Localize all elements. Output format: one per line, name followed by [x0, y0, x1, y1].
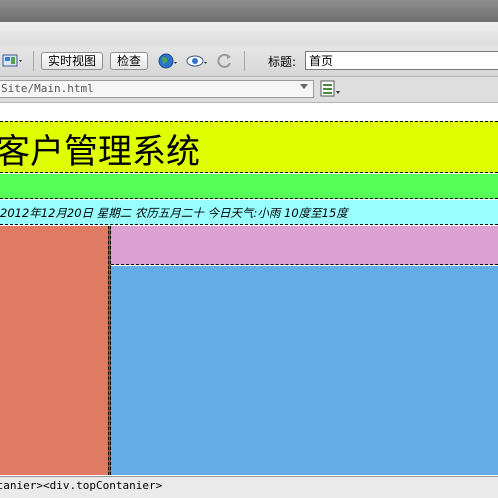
menu-strip [0, 22, 498, 46]
tag-selector[interactable]: ntanier><div.topContanier> [0, 479, 162, 492]
address-input[interactable]: Site/Main.html [0, 80, 314, 98]
title-field[interactable] [305, 51, 498, 70]
inspect-button[interactable]: 检查 [110, 52, 149, 70]
live-view-button[interactable]: 实时视图 [41, 52, 104, 70]
left-column[interactable] [0, 226, 108, 475]
window-titlebar [0, 0, 498, 22]
date-weather-text: 2012年12月20日 星期二 农历五月二十 今日天气:小雨 10度至15度 [0, 206, 348, 220]
banner-title: 客户管理系统 [0, 132, 200, 172]
refresh-icon[interactable] [216, 53, 234, 69]
options-icon[interactable] [320, 80, 342, 101]
main-content-box[interactable] [111, 266, 498, 475]
toolbar-separator [244, 51, 245, 71]
nav-bar[interactable] [0, 174, 498, 199]
chevron-down-icon[interactable] [300, 84, 308, 89]
preview-eye-icon[interactable] [186, 53, 210, 69]
toolbar-separator [33, 51, 34, 71]
globe-icon[interactable] [158, 53, 180, 69]
layout-icon[interactable] [2, 53, 26, 69]
content-header-box[interactable] [111, 226, 498, 265]
title-label: 标题: [268, 55, 297, 69]
